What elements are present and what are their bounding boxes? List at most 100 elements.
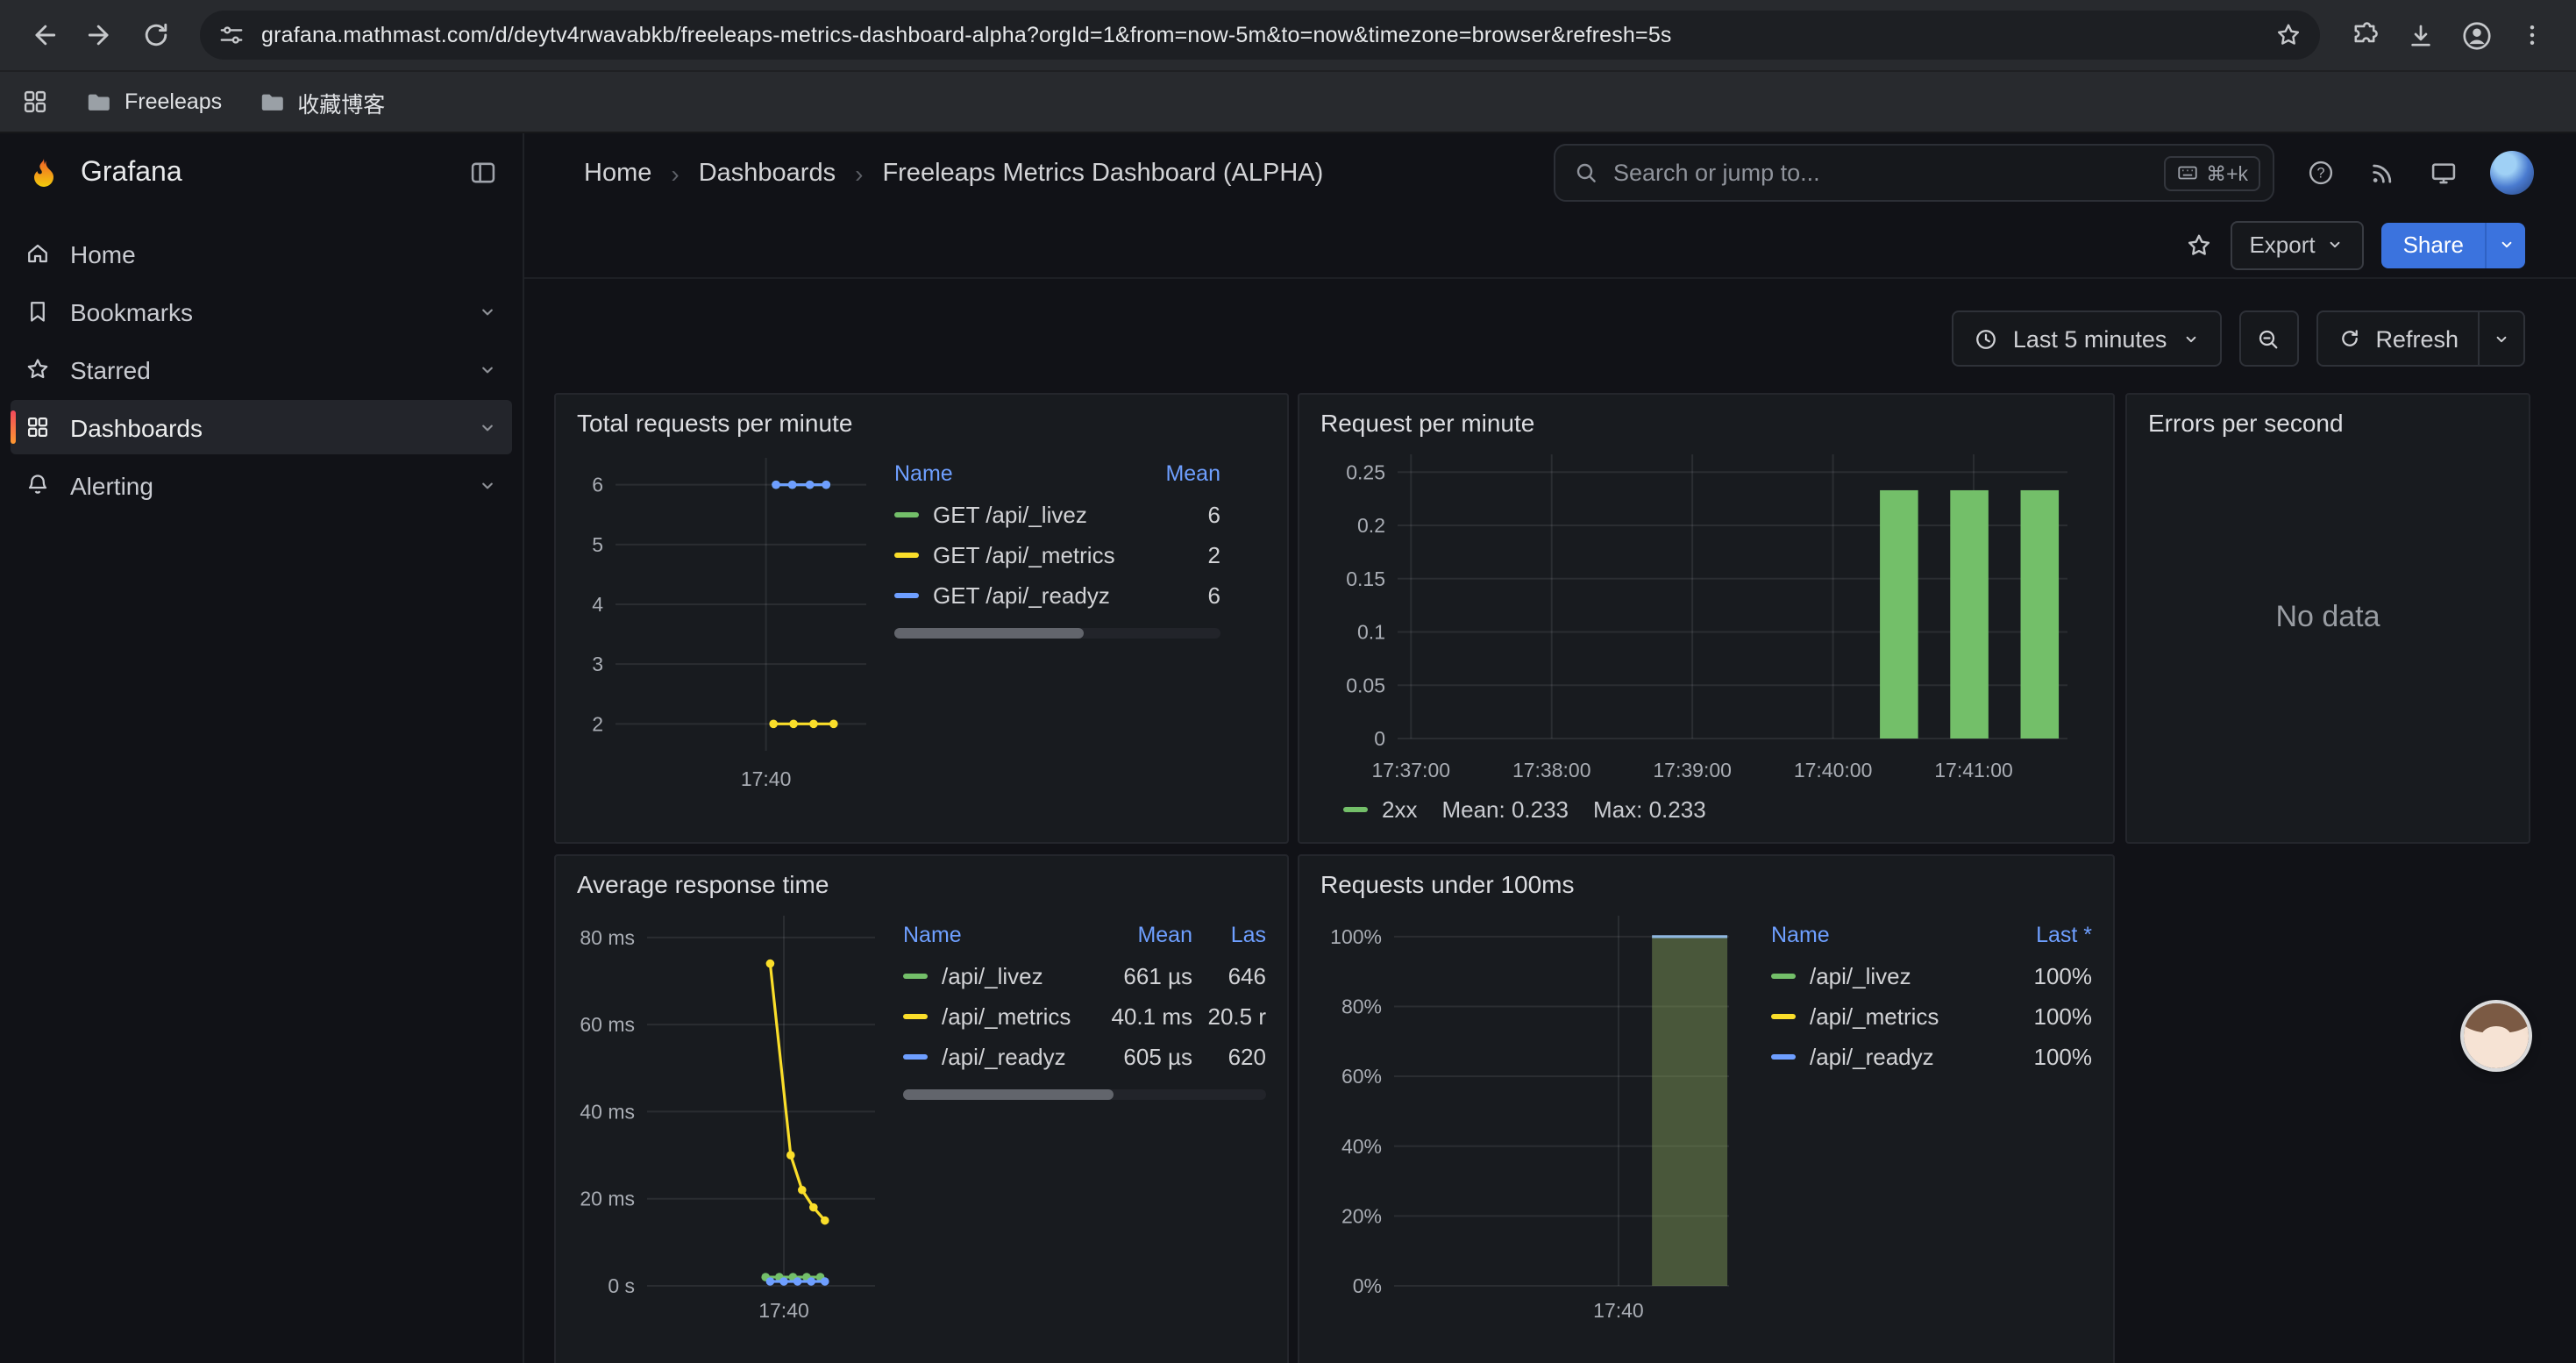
legend-row[interactable]: GET /api/_readyz 6 (894, 575, 1220, 616)
legend-row[interactable]: /api/_metrics 40.1 ms 20.5 r (903, 996, 1266, 1037)
series-color-dash (903, 1054, 928, 1060)
series-mean: 40.1 ms (1091, 1003, 1192, 1030)
url-text[interactable]: grafana.mathmast.com/d/deytv4rwavabkb/fr… (261, 23, 2259, 47)
legend-row[interactable]: /api/_livez 100% (1771, 956, 2092, 996)
legend-row[interactable]: /api/_metrics 100% (1771, 996, 2092, 1037)
zoom-out-button[interactable] (2238, 310, 2298, 367)
bell-icon (25, 472, 51, 498)
svg-text:80 ms: 80 ms (580, 926, 635, 949)
time-range-picker[interactable]: Last 5 minutes (1952, 310, 2222, 367)
request-per-minute-chart[interactable]: 0.250.20.150.10.05017:37:0017:38:0017:39… (1317, 440, 2092, 791)
svg-text:17:40: 17:40 (758, 1299, 809, 1322)
legend-row[interactable]: /api/_livez 661 µs 646 (903, 956, 1266, 996)
brand-title: Grafana (81, 157, 451, 189)
bookmark-folder-freeleaps[interactable]: Freeleaps (84, 88, 222, 116)
legend-scrollbar[interactable] (894, 628, 1220, 639)
panel-title[interactable]: Requests under 100ms (1299, 856, 2113, 898)
legend-header-name[interactable]: Name (894, 461, 1136, 486)
legend-table: Name Last * /api/_livez 100% /api/_metri… (1771, 919, 2092, 1331)
svg-text:0.25: 0.25 (1346, 460, 1385, 483)
sidebar-item-home[interactable]: Home (11, 226, 512, 281)
grafana-logo[interactable] (25, 153, 63, 192)
series-mean: 661 µs (1091, 963, 1192, 989)
legend-header-mean[interactable]: Mean (1136, 461, 1220, 486)
sidebar-toggle-icon[interactable] (468, 158, 498, 188)
breadcrumb-dashboards[interactable]: Dashboards (699, 159, 836, 187)
total-requests-chart[interactable]: 6543217:40 (573, 440, 880, 800)
svg-text:80%: 80% (1341, 995, 1382, 1018)
site-controls-icon[interactable] (217, 21, 246, 49)
search-input[interactable]: Search or jump to... ⌘+k (1554, 144, 2274, 202)
browser-menu-icon[interactable] (2506, 9, 2558, 61)
series-name[interactable]: 2xx (1382, 796, 1417, 823)
forward-icon[interactable] (74, 9, 126, 61)
extensions-icon[interactable] (2338, 9, 2390, 61)
series-name[interactable]: /api/_livez (1810, 963, 2001, 989)
user-avatar[interactable] (2490, 151, 2534, 195)
profile-icon[interactable] (2450, 9, 2502, 61)
legend-row[interactable]: GET /api/_metrics 2 (894, 535, 1220, 575)
legend-scrollbar[interactable] (903, 1089, 1266, 1100)
legend-header-last[interactable]: Las (1192, 923, 1266, 947)
series-mean: 605 µs (1091, 1044, 1192, 1070)
news-rss-icon[interactable] (2367, 158, 2397, 188)
series-name[interactable]: /api/_metrics (942, 1003, 1091, 1030)
chevron-down-icon[interactable] (477, 359, 498, 380)
chevron-down-icon[interactable] (477, 475, 498, 496)
panel-title[interactable]: Errors per second (2127, 395, 2529, 437)
svg-text:17:39:00: 17:39:00 (1653, 759, 1732, 781)
legend-row[interactable]: /api/_readyz 605 µs 620 (903, 1037, 1266, 1077)
apps-grid-icon[interactable] (21, 88, 49, 116)
series-color-dash (1771, 1014, 1796, 1019)
reload-icon[interactable] (130, 9, 182, 61)
sidebar-item-label: Alerting (70, 471, 153, 499)
url-bar[interactable]: grafana.mathmast.com/d/deytv4rwavabkb/fr… (200, 11, 2320, 60)
refresh-interval-dropdown[interactable] (2478, 312, 2523, 365)
chevron-down-icon[interactable] (477, 417, 498, 438)
scrollbar-thumb[interactable] (894, 628, 1084, 639)
sidebar-item-dashboards[interactable]: Dashboards (11, 400, 512, 454)
floating-assistant-avatar[interactable] (2464, 1003, 2529, 1068)
series-name[interactable]: GET /api/_livez (933, 502, 1136, 528)
avg-response-time-chart[interactable]: 80 ms60 ms40 ms20 ms0 s17:40 (573, 902, 889, 1331)
share-button[interactable]: Share (2382, 222, 2525, 268)
legend-header-last[interactable]: Last * (2001, 923, 2092, 947)
refresh-button[interactable]: Refresh (2317, 312, 2478, 365)
bookmark-star-icon[interactable] (2274, 21, 2302, 49)
sidebar-item-alerting[interactable]: Alerting (11, 458, 512, 512)
sidebar-item-bookmarks[interactable]: Bookmarks (11, 284, 512, 339)
monitor-icon[interactable] (2429, 158, 2459, 188)
series-color-dash (894, 512, 919, 517)
help-icon[interactable]: ? (2306, 158, 2336, 188)
export-button[interactable]: Export (2230, 220, 2364, 269)
back-icon[interactable] (18, 9, 70, 61)
grafana-sidebar: Grafana Home Bookmarks Starred (0, 133, 524, 1363)
favorite-star-icon[interactable] (2184, 231, 2212, 259)
scrollbar-thumb[interactable] (903, 1089, 1114, 1100)
legend-header-name[interactable]: Name (903, 923, 1091, 947)
legend-row[interactable]: /api/_readyz 100% (1771, 1037, 2092, 1077)
breadcrumb-home[interactable]: Home (584, 159, 651, 187)
series-name[interactable]: GET /api/_metrics (933, 542, 1136, 568)
legend-header-mean[interactable]: Mean (1091, 923, 1192, 947)
legend-row[interactable]: GET /api/_livez 6 (894, 495, 1220, 535)
series-name[interactable]: GET /api/_readyz (933, 582, 1136, 609)
sidebar-item-starred[interactable]: Starred (11, 342, 512, 396)
series-name[interactable]: /api/_metrics (1810, 1003, 2001, 1030)
chevron-down-icon[interactable] (477, 301, 498, 322)
download-icon[interactable] (2394, 9, 2446, 61)
share-button-label[interactable]: Share (2382, 222, 2485, 268)
bookmark-folder-blog[interactable]: 收藏博客 (257, 85, 385, 118)
share-dropdown-icon[interactable] (2485, 222, 2525, 268)
legend-header-name[interactable]: Name (1771, 923, 2001, 947)
panel-title[interactable]: Request per minute (1299, 395, 2113, 437)
svg-text:0.2: 0.2 (1357, 514, 1385, 537)
series-name[interactable]: /api/_livez (942, 963, 1091, 989)
requests-under-100ms-chart[interactable]: 100%80%60%40%20%0%17:40 (1317, 902, 1747, 1331)
panel-title[interactable]: Total requests per minute (556, 395, 1287, 437)
series-name[interactable]: /api/_readyz (1810, 1044, 2001, 1070)
series-name[interactable]: /api/_readyz (942, 1044, 1091, 1070)
legend-inline[interactable]: 2xx Mean: 0.233 Max: 0.233 (1317, 791, 2092, 823)
panel-title[interactable]: Average response time (556, 856, 1287, 898)
bookmark-icon (25, 298, 51, 325)
